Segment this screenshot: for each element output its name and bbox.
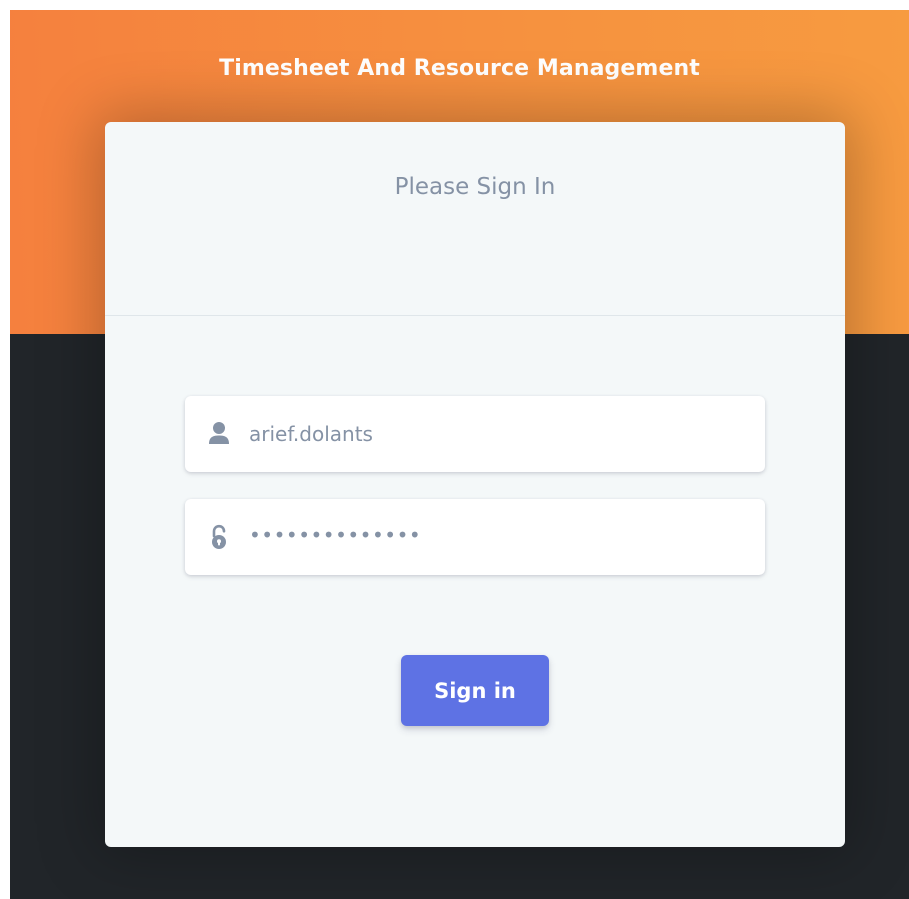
page-background: Timesheet And Resource Management Please… <box>10 10 909 899</box>
card-heading: Please Sign In <box>394 174 556 200</box>
password-value[interactable]: •••••••••••••• <box>249 521 421 549</box>
user-icon <box>207 420 231 448</box>
card-header: Please Sign In <box>105 122 845 316</box>
login-card: Please Sign In arief.dolants •••••••••••… <box>105 122 845 847</box>
app-title: Timesheet And Resource Management <box>219 56 700 81</box>
username-field[interactable]: arief.dolants <box>185 396 765 472</box>
password-field[interactable]: •••••••••••••• <box>185 499 765 575</box>
username-value[interactable]: arief.dolants <box>249 421 373 447</box>
unlock-icon <box>207 523 231 551</box>
sign-in-button[interactable]: Sign in <box>401 655 549 726</box>
